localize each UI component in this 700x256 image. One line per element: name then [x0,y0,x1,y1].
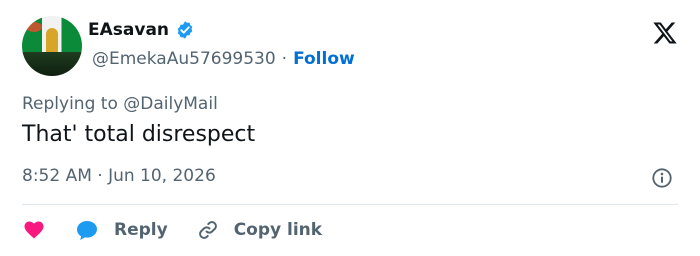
copy-link-button[interactable]: Copy link [196,218,322,242]
follow-button[interactable]: Follow [293,49,355,69]
copy-link-label: Copy link [233,220,323,240]
avatar[interactable] [22,16,82,76]
divider [22,204,678,205]
verified-badge-icon [177,21,193,39]
reply-bubble-icon [77,221,97,240]
tweet-timestamp[interactable]: 8:52 AM · Jun 10, 2026 [22,166,216,186]
replying-to[interactable]: Replying to @DailyMail [22,94,218,114]
avatar-flare-shape [26,22,42,32]
x-logo-icon[interactable] [652,20,678,46]
link-icon [198,221,217,239]
handle-separator: · [281,49,288,69]
avatar-crowd-shape [22,52,82,76]
author-name[interactable]: EAsavan [88,20,169,40]
author-name-row: EAsavan [88,20,195,40]
author-handle[interactable]: @EmekaAu57699530 [92,49,276,69]
tweet-text: That' total disrespect [22,122,256,147]
reply-button[interactable]: Reply [74,218,168,242]
like-button[interactable] [22,218,46,242]
reply-label: Reply [114,220,168,240]
info-icon[interactable] [651,167,673,189]
action-bar: Reply Copy link [22,215,350,245]
avatar-trophy-shape [46,28,58,54]
heart-icon [24,221,44,239]
author-handle-row: @EmekaAu57699530 · Follow [92,49,355,69]
